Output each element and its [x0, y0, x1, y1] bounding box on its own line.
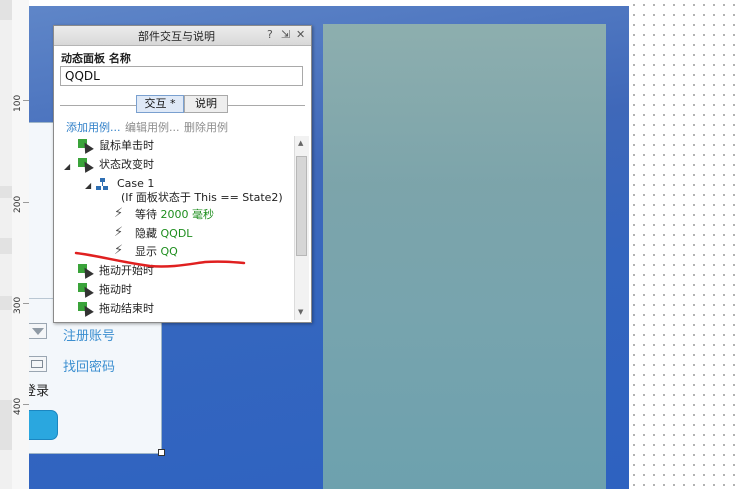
- delete-case-link[interactable]: 删除用例: [184, 119, 228, 135]
- tree-event-drag-end[interactable]: 拖动结束时: [99, 300, 154, 318]
- tab-interactions[interactable]: 交互 *: [136, 95, 184, 113]
- strip-block: [0, 400, 12, 450]
- panel-name-label: 动态面板 名称: [61, 52, 131, 65]
- event-icon: [78, 158, 94, 173]
- tab-notes[interactable]: 说明: [184, 95, 228, 113]
- scroll-down-icon[interactable]: ▼: [298, 308, 303, 316]
- tree-scrollbar[interactable]: ▲ ▼: [294, 136, 309, 320]
- tree-step-hide[interactable]: 隐藏 QQDL: [135, 225, 192, 243]
- help-icon[interactable]: ?: [267, 28, 273, 41]
- step-hide-label: 隐藏: [135, 227, 157, 240]
- dock-icon[interactable]: ⇲: [281, 28, 290, 41]
- step-wait-label: 等待: [135, 208, 157, 221]
- tree-step-wait[interactable]: 等待 2000 毫秒: [135, 206, 214, 224]
- ruler-label: 100: [13, 94, 23, 112]
- step-show-label: 显示: [135, 245, 157, 258]
- strip-block: [0, 296, 12, 310]
- dropdown-arrow-icon[interactable]: [29, 323, 47, 339]
- strip-block: [0, 0, 12, 20]
- step-hide-value: QQDL: [160, 227, 193, 240]
- widget-interaction-dialog: 部件交互与说明 ? ⇲ ✕ 动态面板 名称 交互 * 说明 添加用例... 编辑…: [53, 25, 312, 323]
- recover-password-link[interactable]: 找回密码: [63, 356, 115, 375]
- resize-handle[interactable]: [158, 449, 165, 456]
- event-icon: [78, 283, 94, 298]
- tree-event-drag[interactable]: 拖动时: [99, 281, 132, 299]
- dialog-titlebar[interactable]: 部件交互与说明 ? ⇲ ✕: [54, 26, 311, 46]
- step-show-value: QQ: [160, 245, 178, 258]
- add-case-link[interactable]: 添加用例...: [66, 119, 121, 135]
- edit-case-link[interactable]: 编辑用例...: [125, 119, 180, 135]
- ruler-label: 300: [13, 296, 23, 314]
- event-icon: [78, 139, 94, 154]
- interaction-tree: 鼠标单击时 ◢ 状态改变时 ◢ Case 1 (If 面板状态于 This ==…: [54, 136, 294, 320]
- close-icon[interactable]: ✕: [296, 28, 305, 41]
- register-link[interactable]: 注册账号: [63, 325, 115, 344]
- tree-event-drag-start[interactable]: 拖动开始时: [99, 262, 154, 280]
- case-icon: [96, 178, 108, 191]
- ruler-label: 400: [13, 397, 23, 415]
- strip-block: [0, 186, 12, 198]
- tree-case-condition: (If 面板状态于 This == State2): [121, 191, 283, 204]
- lightning-icon: ⚡: [114, 206, 124, 221]
- tree-event-state-change[interactable]: 状态改变时: [99, 156, 154, 174]
- login-text: 登录: [29, 384, 49, 398]
- tree-step-show[interactable]: 显示 QQ: [135, 243, 178, 261]
- vertical-ruler[interactable]: 100 200 300 400: [12, 0, 30, 489]
- mail-icon[interactable]: [29, 356, 47, 372]
- login-button[interactable]: [29, 410, 58, 440]
- step-wait-value: 2000 毫秒: [160, 208, 215, 221]
- collapse-icon[interactable]: ◢: [85, 181, 91, 190]
- tree-event-click[interactable]: 鼠标单击时: [99, 137, 154, 155]
- event-icon: [78, 302, 94, 317]
- translucent-panel[interactable]: [323, 24, 606, 489]
- canvas-grid-area[interactable]: [629, 0, 737, 489]
- panel-name-input[interactable]: [60, 66, 303, 86]
- lightning-icon: ⚡: [114, 243, 124, 258]
- collapse-icon[interactable]: ◢: [64, 162, 70, 171]
- dialog-title: 部件交互与说明: [138, 30, 215, 43]
- ruler-label: 200: [13, 195, 23, 213]
- strip-block: [0, 238, 12, 254]
- lightning-icon: ⚡: [114, 225, 124, 240]
- scroll-thumb[interactable]: [296, 156, 307, 256]
- event-icon: [78, 264, 94, 279]
- login-text-clip: 登录: [29, 380, 49, 398]
- scroll-up-icon[interactable]: ▲: [298, 139, 303, 147]
